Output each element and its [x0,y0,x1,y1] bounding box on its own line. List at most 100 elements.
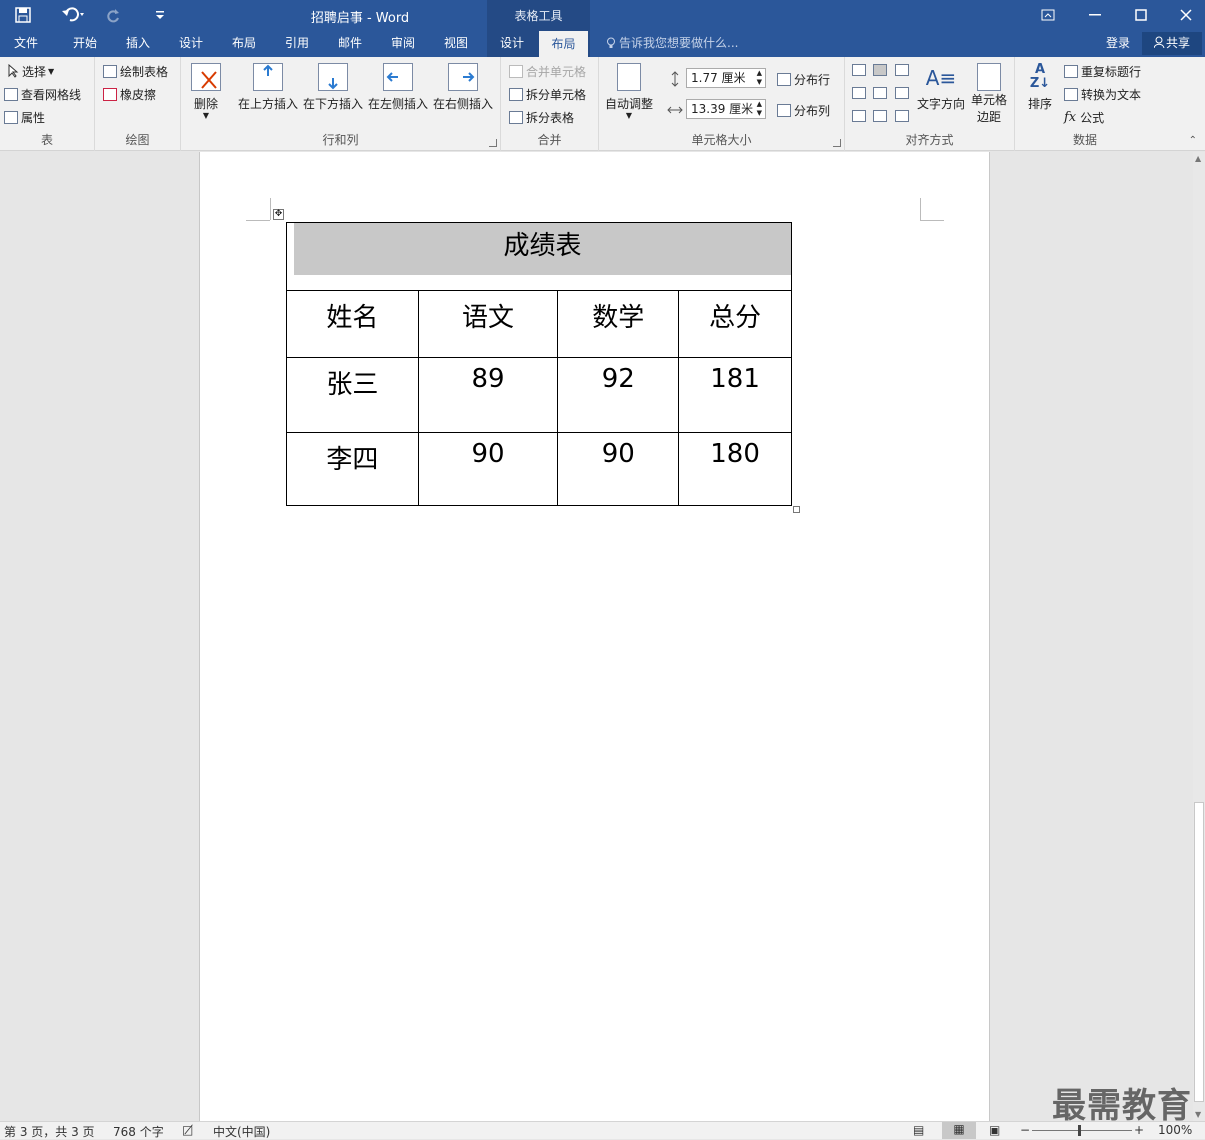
header-cell[interactable]: 姓名 [286,290,419,358]
tab-layout[interactable]: 布局 [219,30,269,57]
tab-table-layout[interactable]: 布局 [539,31,588,57]
collapse-ribbon-icon[interactable]: ⌃ [1189,135,1197,146]
proofing-icon[interactable]: □̸ [182,1123,193,1137]
customize-qat-icon[interactable] [150,4,170,26]
score-table[interactable]: 成绩表 姓名 语文 数学 总分 张三 89 92 181 李四 90 90 18… [286,222,792,506]
zoom-level[interactable]: 100% [1158,1123,1192,1137]
repeat-header-rows-button[interactable]: 重复标题行 [1064,61,1141,81]
table-cell[interactable]: 181 [678,357,792,433]
read-mode-icon[interactable]: ▤ [913,1123,924,1137]
table-cell[interactable]: 张三 [286,357,419,433]
header-cell[interactable]: 数学 [557,290,680,358]
watermark-logo: 最需教育 [1052,1086,1192,1126]
scroll-up-icon[interactable]: ▲ [1195,154,1201,163]
table-cell[interactable]: 89 [417,357,559,433]
tab-file[interactable]: 文件 [0,30,52,57]
insert-below-button[interactable]: 在下方插入 [302,63,364,112]
table-cell[interactable]: 90 [557,432,680,506]
cell-height-input[interactable]: 1.77 厘米 ▲ ▼ [686,68,766,88]
dialog-launcher-icon[interactable] [489,139,497,147]
page-count[interactable]: 第 3 页，共 3 页 [4,1123,95,1140]
align-middle-right-icon[interactable] [895,87,909,99]
tab-review[interactable]: 审阅 [378,30,428,57]
scroll-down-icon[interactable]: ▼ [1195,1110,1201,1119]
word-count[interactable]: 768 个字 [113,1123,164,1140]
tab-view[interactable]: 视图 [431,30,481,57]
split-cells-button[interactable]: 拆分单元格 [509,84,586,104]
table-title-cell[interactable]: 成绩表 [286,222,792,291]
fx-icon: fx [1064,109,1077,125]
properties-button[interactable]: 属性 [4,107,45,127]
align-middle-center-icon[interactable] [873,87,887,99]
zoom-out-icon[interactable]: − [1020,1123,1030,1137]
group-data: A Z↓ 排序 重复标题行 转换为文本 fx 公式 数据 [1015,57,1155,151]
vertical-scrollbar[interactable]: ▲ ▼ [1193,152,1205,1121]
ribbon-display-icon[interactable] [1025,0,1071,30]
close-icon[interactable] [1163,0,1205,30]
tell-me-box[interactable]: 告诉我您想要做什么... [606,30,738,57]
web-layout-icon[interactable]: ▣ [989,1123,1000,1137]
save-icon[interactable] [10,4,36,26]
tab-mailings[interactable]: 邮件 [325,30,375,57]
group-table: 选择 ▼ 查看网格线 属性 表 [0,57,95,151]
insert-right-button[interactable]: 在右侧插入 [432,63,494,112]
document-page[interactable]: ✥ 成绩表 姓名 语文 数学 总分 张三 89 92 181 李四 90 90 … [199,152,990,1121]
select-button[interactable]: 选择 ▼ [6,61,54,81]
share-button[interactable]: 共享 [1142,32,1202,55]
delete-button[interactable]: 删除 ▼ [189,63,223,120]
distribute-columns-icon [777,103,791,117]
align-top-left-icon[interactable] [852,64,866,76]
dialog-launcher-icon[interactable] [833,139,841,147]
undo-icon[interactable] [56,4,92,26]
merge-cells-button[interactable]: 合并单元格 [509,61,586,81]
maximize-icon[interactable] [1118,0,1164,30]
merge-cells-icon [509,64,523,78]
insert-above-button[interactable]: 在上方插入 [236,63,300,112]
print-layout-icon[interactable]: ▦ [942,1122,976,1139]
align-bottom-left-icon[interactable] [852,110,866,122]
split-table-button[interactable]: 拆分表格 [509,107,574,127]
cell-width-input[interactable]: 13.39 厘米 ▲ ▼ [686,99,766,119]
cell-margins-button[interactable]: 单元格 边距 [969,63,1009,125]
view-gridlines-button[interactable]: 查看网格线 [4,84,81,104]
table-cell[interactable]: 90 [417,432,559,506]
distribute-rows-button[interactable]: 分布行 [777,69,830,89]
zoom-slider-thumb[interactable] [1078,1125,1081,1136]
header-cell[interactable]: 语文 [417,290,559,358]
table-move-handle-icon[interactable]: ✥ [273,209,284,220]
convert-text-icon [1064,87,1078,101]
zoom-slider[interactable] [1032,1130,1132,1131]
autofit-button[interactable]: 自动调整 ▼ [603,63,655,120]
align-bottom-right-icon[interactable] [895,110,909,122]
group-draw: 绘制表格 橡皮擦 绘图 [95,57,181,151]
scrollbar-thumb[interactable] [1194,802,1204,1102]
insert-left-button[interactable]: 在左侧插入 [367,63,429,112]
formula-button[interactable]: fx 公式 [1064,107,1104,127]
table-resize-handle[interactable] [793,506,800,513]
header-cell[interactable]: 总分 [678,290,792,358]
text-direction-button[interactable]: A≡ 文字方向 [917,63,965,112]
convert-to-text-button[interactable]: 转换为文本 [1064,84,1141,104]
align-bottom-center-icon[interactable] [873,110,887,122]
table-cell[interactable]: 李四 [286,432,419,506]
signin-link[interactable]: 登录 [1106,30,1130,57]
distribute-columns-button[interactable]: 分布列 [777,100,830,120]
tab-design[interactable]: 设计 [166,30,216,57]
align-top-right-icon[interactable] [895,64,909,76]
draw-table-button[interactable]: 绘制表格 [103,61,168,81]
language[interactable]: 中文(中国) [213,1123,270,1140]
zoom-in-icon[interactable]: + [1134,1123,1144,1137]
align-middle-left-icon[interactable] [852,87,866,99]
sort-button[interactable]: A Z↓ 排序 [1025,63,1055,112]
table-cell[interactable]: 180 [678,432,792,506]
tab-insert[interactable]: 插入 [113,30,163,57]
eraser-button[interactable]: 橡皮擦 [103,84,156,104]
redo-icon[interactable] [104,4,124,26]
minimize-icon[interactable] [1072,0,1118,30]
tab-table-design[interactable]: 设计 [487,30,537,57]
align-top-center-icon[interactable] [873,64,887,76]
table-cell[interactable]: 92 [557,357,680,433]
tab-references[interactable]: 引用 [272,30,322,57]
tab-home[interactable]: 开始 [60,30,110,57]
group-label-rows-columns: 行和列 [322,133,359,147]
